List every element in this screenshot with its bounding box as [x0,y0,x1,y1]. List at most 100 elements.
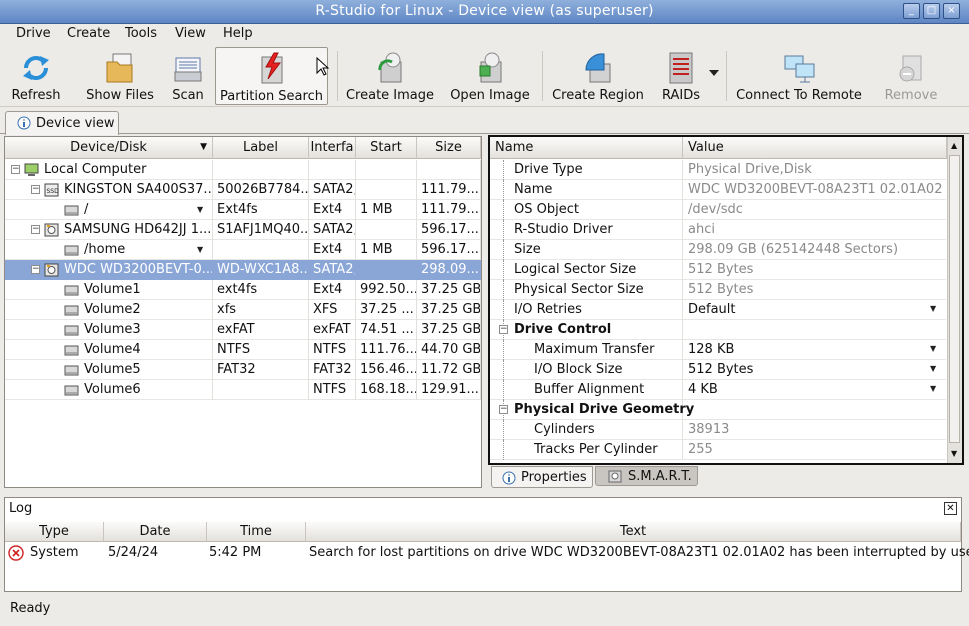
property-row[interactable]: OS Object/dev/sdc [490,200,946,220]
col-start[interactable]: Start [356,137,417,159]
dropdown-arrow-icon[interactable]: ▼ [930,364,936,373]
dropdown-arrow-icon[interactable]: ▼ [197,200,203,219]
log-col-date[interactable]: Date [104,522,207,542]
status-text: Ready [10,601,51,616]
device-row[interactable]: Volume4 NTFS NTFS 111.76... 44.70 GB [5,340,481,360]
create-image-button[interactable]: Create Image [345,47,435,105]
device-name: Volume4 [84,342,141,357]
panel-splitter[interactable] [484,136,487,488]
menu-create[interactable]: Create [67,26,110,41]
raids-button[interactable]: RAIDs [658,47,704,105]
cell-start: 1 MB [356,240,417,260]
property-row[interactable]: Physical Sector Size 512 Bytes [490,280,946,300]
collapse-toggle-icon[interactable]: − [31,185,40,194]
property-value: 512 Bytes [688,282,754,297]
tab-smart[interactable]: S.M.A.R.T. [595,466,698,486]
property-row[interactable]: − Physical Drive Geometry [490,400,946,420]
collapse-toggle-icon[interactable]: − [11,165,20,174]
menu-view[interactable]: View [175,26,206,41]
cell-size: 37.25 GB [417,320,481,340]
tab-device-view[interactable]: Device view [5,111,119,135]
property-row[interactable]: Cylinders 38913 [490,420,946,440]
property-row[interactable]: − Drive Control [490,320,946,340]
menu-help[interactable]: Help [223,26,253,41]
property-row[interactable]: Drive Type Physical Drive,Disk [490,160,946,180]
dropdown-arrow-icon[interactable]: ▼ [930,344,936,353]
device-row[interactable]: /home ▼ Ext4 1 MB 596.17... [5,240,481,260]
log-col-text[interactable]: Text [306,522,961,542]
property-row[interactable]: Size 298.09 GB (625142448 Sectors) [490,240,946,260]
scrollbar-thumb[interactable] [949,155,960,443]
device-name: Volume5 [84,362,141,377]
show-files-icon [106,53,133,83]
cell-start: 1 MB [356,200,417,220]
connect-remote-button[interactable]: Connect To Remote [736,47,862,105]
property-value: 38913 [688,422,730,437]
scroll-down-icon[interactable]: ▼ [951,449,957,458]
menu-drive[interactable]: Drive [16,26,51,41]
property-row[interactable]: I/O Block Size 512 Bytes ▼ [490,360,946,380]
device-row[interactable]: / ▼ Ext4fs Ext4 1 MB 111.79... [5,200,481,220]
property-row[interactable]: Tracks Per Cylinder 255 [490,440,946,460]
collapse-toggle-icon[interactable]: − [31,225,40,234]
property-value[interactable]: 128 KB [688,340,734,360]
col-label[interactable]: Label [213,137,309,159]
menu-tools[interactable]: Tools [125,26,157,41]
property-row[interactable]: Logical Sector Size 512 Bytes [490,260,946,280]
dropdown-arrow-icon[interactable]: ▼ [197,240,203,259]
cell-iface: XFS [309,300,356,320]
device-row[interactable]: − SAMSUNG HD642JJ 1... S1AFJ1MQ40... SATA2,… [5,220,481,240]
volume-icon [64,385,79,396]
property-value[interactable]: 512 Bytes [688,360,753,380]
close-button[interactable]: × [943,3,960,19]
col-value[interactable]: Value [683,137,947,159]
device-row[interactable]: − WDC WD3200BEVT-0...WD-WXC1A8...SATA2, H… [5,260,481,280]
maximize-button[interactable]: □ [923,3,940,19]
raids-dropdown-icon[interactable] [709,70,719,76]
log-close-icon[interactable]: ✕ [944,502,957,515]
log-col-type[interactable]: Type [5,522,104,542]
property-value[interactable]: Default [688,300,736,320]
refresh-button[interactable]: Refresh [6,47,66,105]
cell-name: Volume1 [5,280,213,300]
collapse-toggle-icon[interactable]: − [31,265,40,274]
property-row[interactable]: R-Studio Driver ahci [490,220,946,240]
minimize-button[interactable]: _ [903,3,920,19]
property-value[interactable]: 4 KB [688,380,718,400]
create-region-button[interactable]: Create Region [552,47,644,105]
log-col-time[interactable]: Time [207,522,306,542]
scan-button[interactable]: Scan [168,47,208,105]
log-row[interactable]: System 5/24/24 5:42 PM Search for lost p… [5,543,969,563]
properties-scrollbar[interactable]: ▲ ▼ [947,137,962,463]
tab-properties[interactable]: Properties [491,466,593,488]
col-size[interactable]: Size [417,137,481,159]
open-image-button[interactable]: Open Image [449,47,531,105]
cell-name: − Local Computer [5,160,213,180]
tree-guide [503,180,504,200]
scroll-up-icon[interactable]: ▲ [951,141,957,150]
property-row[interactable]: Maximum Transfer 128 KB ▼ [490,340,946,360]
col-device-disk[interactable]: Device/Disk ▼ [5,137,213,159]
device-row[interactable]: Volume2 xfs XFS 37.25 ... 37.25 GB [5,300,481,320]
device-row[interactable]: Volume3 exFAT exFAT 74.51 ... 37.25 GB [5,320,481,340]
device-row[interactable]: − SSD KINGSTON SA400S37... 50026B7784... SAT… [5,180,481,200]
partition-search-button[interactable]: Partition Search [215,47,328,105]
collapse-toggle-icon[interactable]: − [499,405,508,414]
property-row[interactable]: Name WDC WD3200BEVT-08A23T1 02.01A02 [490,180,946,200]
property-row[interactable]: Buffer Alignment 4 KB ▼ [490,380,946,400]
show-files-button[interactable]: Show Files [84,47,156,105]
dropdown-arrow-icon[interactable]: ▼ [930,304,936,313]
tab-properties-label: Properties [521,470,587,485]
dropdown-arrow-icon[interactable]: ▼ [930,384,936,393]
remove-button[interactable]: Remove [878,47,944,105]
collapse-toggle-icon[interactable]: − [499,325,508,334]
property-value: /dev/sdc [688,202,743,217]
device-row[interactable]: Volume5 FAT32 FAT32 156.46... 11.72 GB [5,360,481,380]
property-value: 298.09 GB (625142448 Sectors) [688,242,899,257]
device-row[interactable]: − Local Computer [5,160,481,180]
property-row[interactable]: I/O Retries Default ▼ [490,300,946,320]
col-interface[interactable]: Interfa [309,137,356,159]
device-row[interactable]: Volume1 ext4fs Ext4 992.50... 37.25 GB [5,280,481,300]
device-row[interactable]: Volume6 NTFS 168.18... 129.91... [5,380,481,400]
col-name[interactable]: Name [490,137,683,159]
